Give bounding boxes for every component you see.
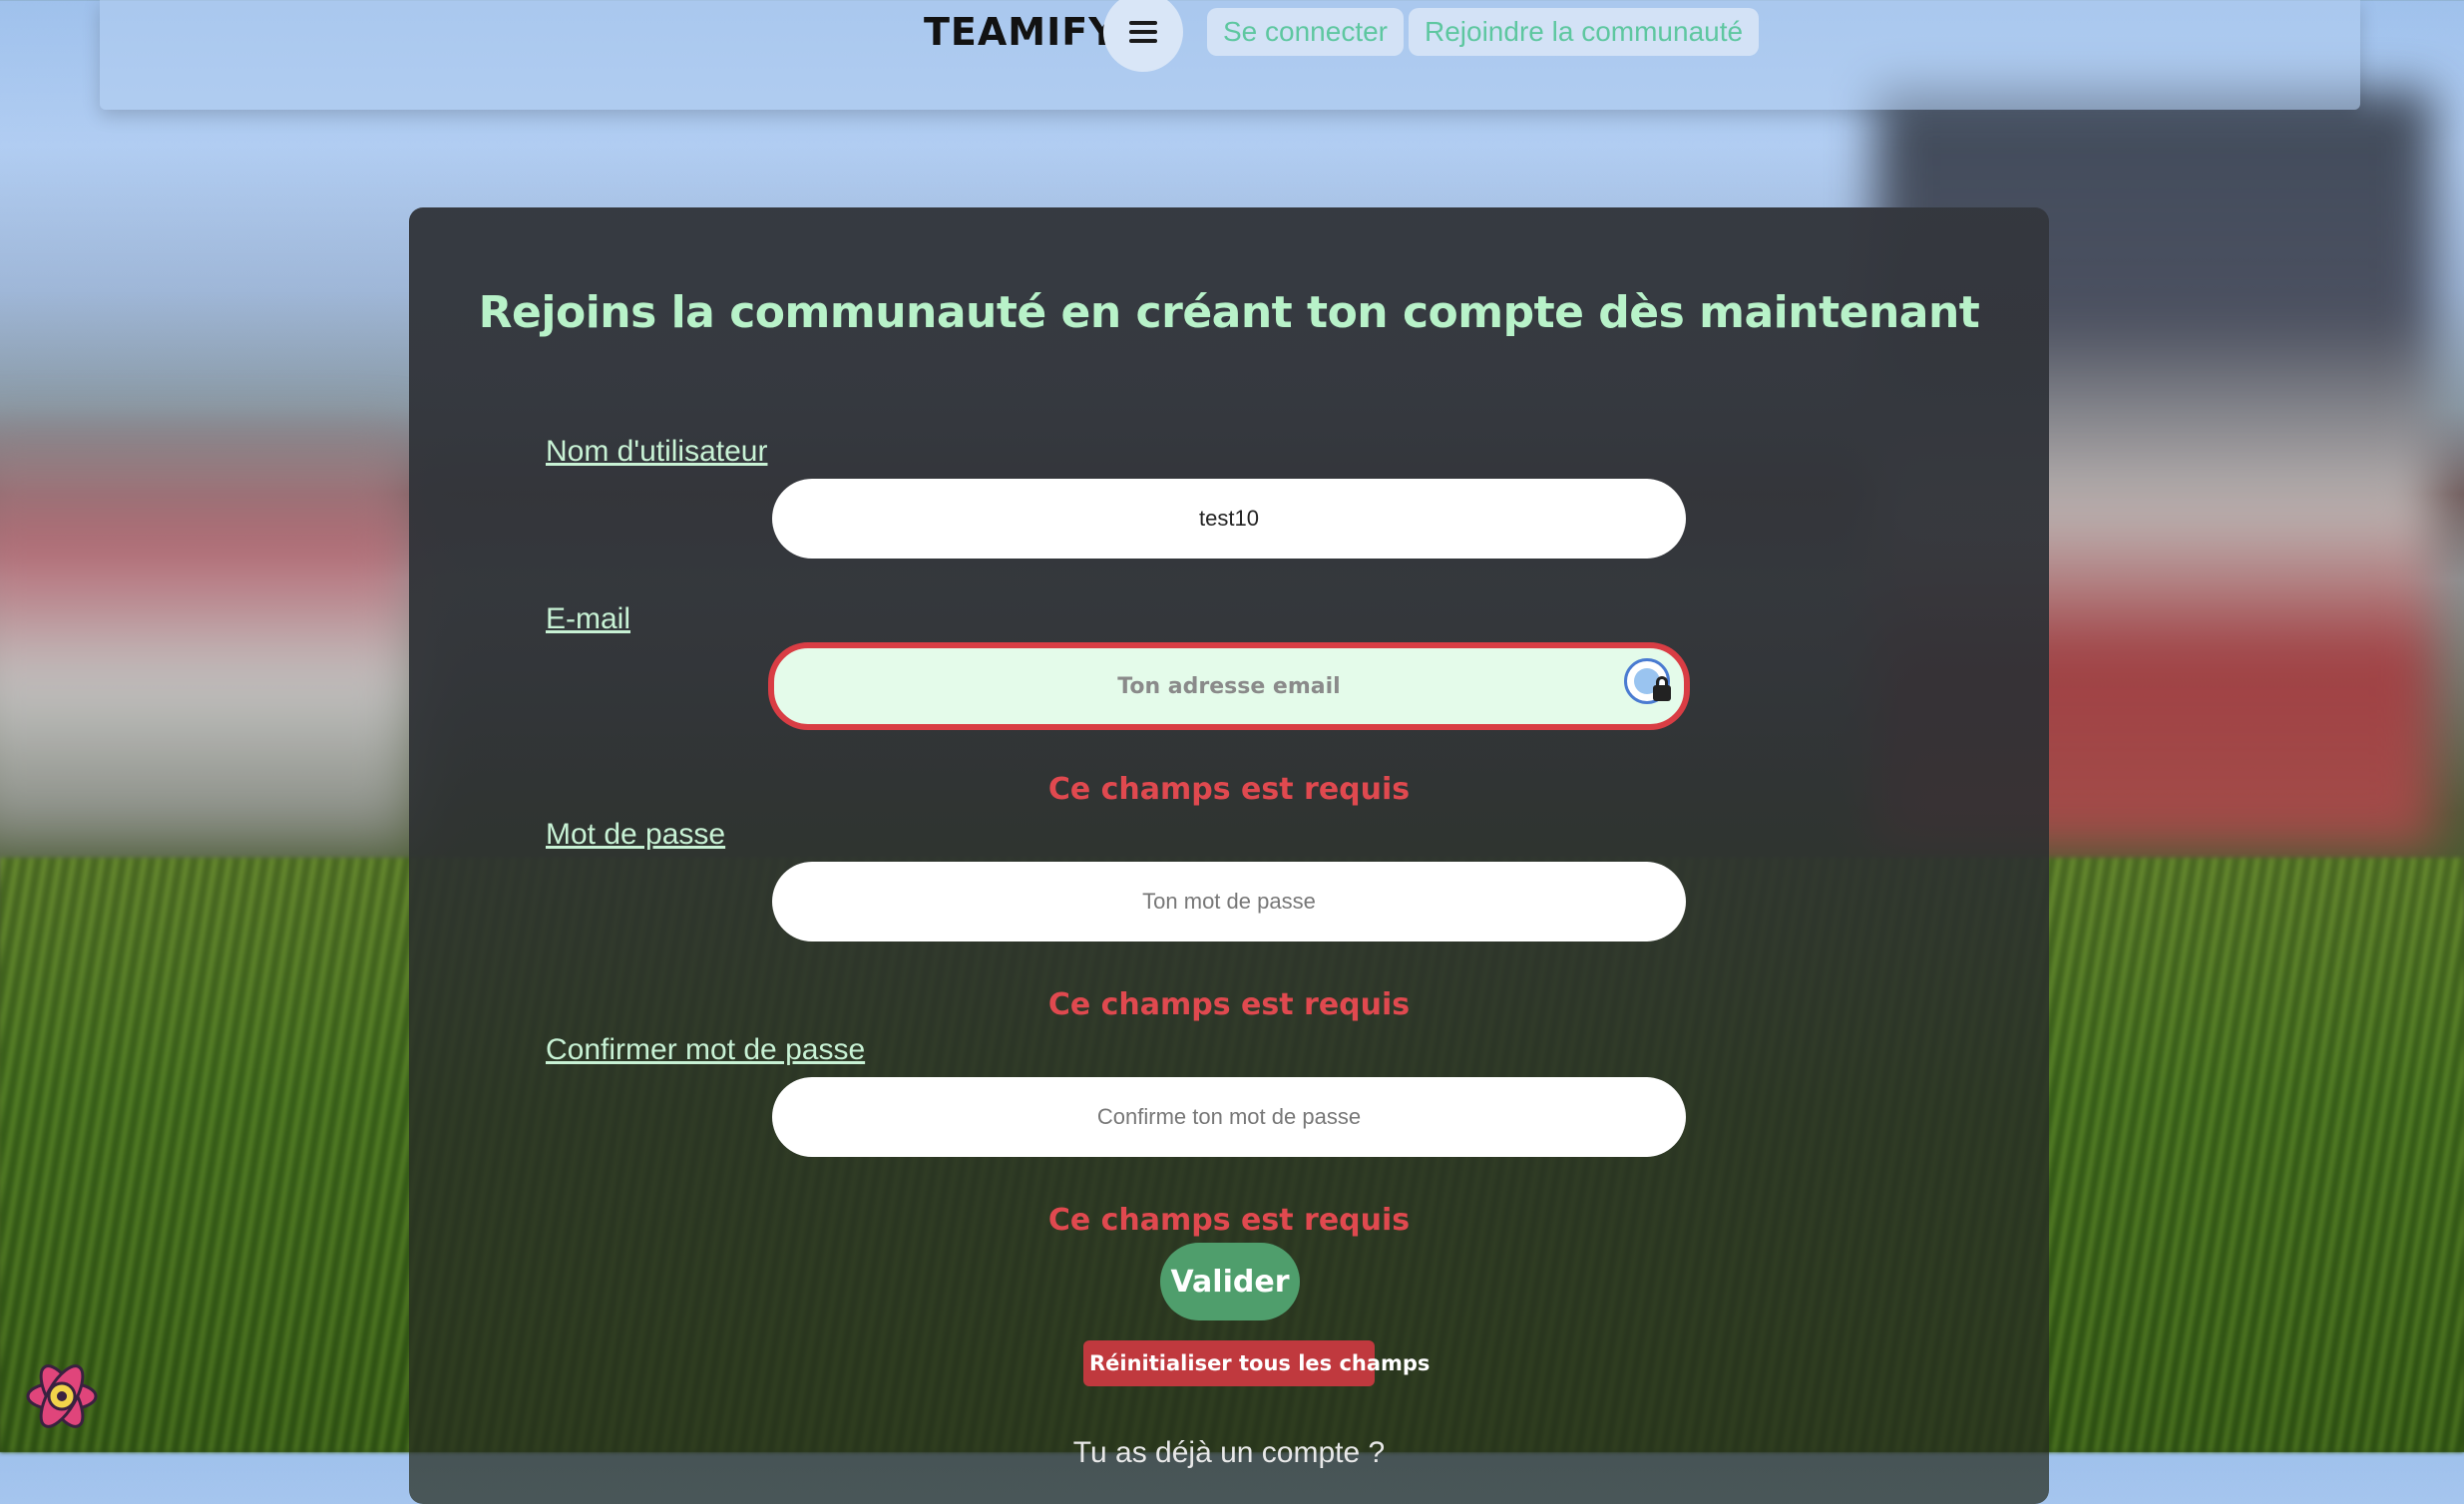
menu-button[interactable] — [1103, 0, 1183, 72]
login-link[interactable]: Se connecter — [1207, 8, 1404, 56]
react-devtools-icon[interactable] — [22, 1356, 102, 1436]
confirm-password-label: Confirmer mot de passe — [546, 1033, 866, 1066]
email-error: Ce champs est requis — [1047, 772, 1411, 807]
confirm-password-error: Ce champs est requis — [1047, 1203, 1411, 1238]
username-label: Nom d'utilisateur — [546, 435, 768, 468]
password-label: Mot de passe — [546, 818, 726, 851]
hamburger-menu-icon — [1129, 21, 1157, 43]
username-field[interactable] — [772, 479, 1686, 559]
login-prompt-text: Tu as déjà un compte ? — [1072, 1436, 1386, 1469]
password-error: Ce champs est requis — [1047, 987, 1411, 1022]
brand-logo[interactable]: TEAMIFY — [924, 8, 1117, 56]
submit-button[interactable]: Valider — [1160, 1243, 1300, 1320]
reset-fields-button[interactable]: Réinitialiser tous les champs — [1083, 1340, 1430, 1386]
top-navbar: TEAMIFY Se connecter Rejoindre la commun… — [100, 0, 2360, 110]
email-label: E-mail — [546, 602, 631, 635]
background-stadium-left — [0, 429, 419, 848]
join-community-link[interactable]: Rejoindre la communauté — [1409, 8, 1760, 56]
signup-card: Rejoins la communauté en créant ton comp… — [409, 207, 2049, 1504]
email-field[interactable] — [768, 642, 1690, 730]
password-field[interactable] — [772, 862, 1686, 941]
password-manager-icon[interactable] — [1624, 658, 1671, 704]
page-title: Rejoins la communauté en créant ton comp… — [478, 287, 1980, 338]
confirm-password-field[interactable] — [772, 1077, 1686, 1157]
